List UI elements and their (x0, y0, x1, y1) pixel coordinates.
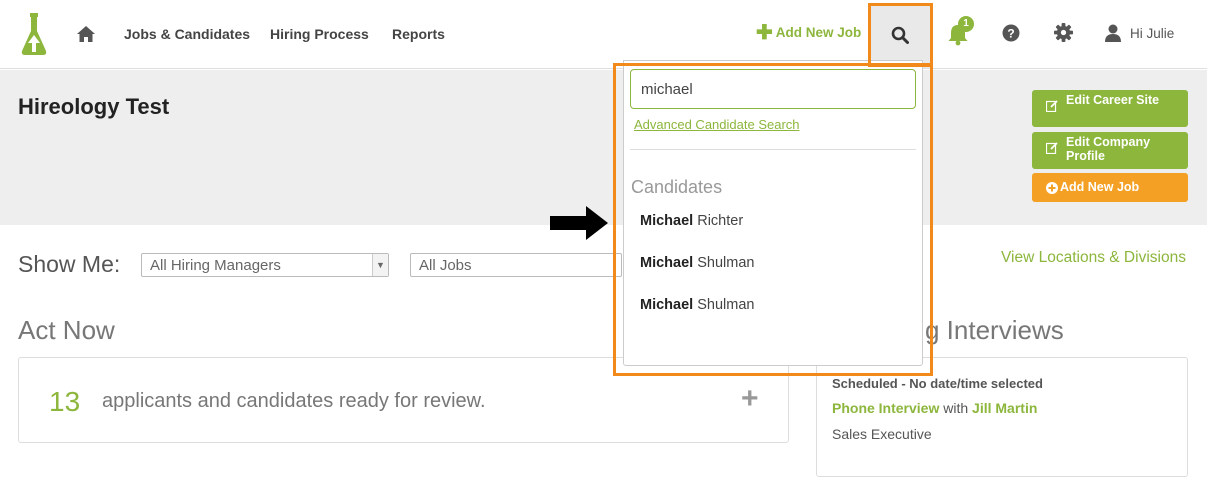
plus-circle-icon (1046, 182, 1058, 194)
jobs-select[interactable]: All Jobs (410, 253, 622, 277)
advanced-search-link[interactable]: Advanced Candidate Search (634, 117, 800, 132)
candidate-link[interactable]: Jill Martin (972, 400, 1037, 416)
edit-icon (1046, 142, 1058, 154)
view-locations-link[interactable]: View Locations & Divisions (1001, 249, 1186, 267)
search-result-item[interactable]: Michael Richter (640, 213, 743, 229)
nav-jobs-candidates[interactable]: Jobs & Candidates (124, 26, 250, 42)
act-now-heading: Act Now (18, 315, 115, 345)
candidates-heading: Candidates (631, 177, 723, 197)
hiring-manager-select[interactable]: All Hiring Managers ▼ (141, 253, 389, 277)
interview-job: Sales Executive (832, 426, 932, 442)
search-icon (891, 26, 909, 44)
search-result-item[interactable]: Michael Shulman (640, 255, 754, 271)
nav-hiring-process[interactable]: Hiring Process (270, 26, 369, 42)
edit-career-site-button[interactable]: Edit Career Site (1032, 90, 1188, 127)
plus-icon: ✚ (756, 22, 773, 44)
add-new-job-link[interactable]: ✚ Add New Job (756, 23, 861, 43)
page-title: Hireology Test (18, 94, 170, 119)
interviews-heading: g Interviews (925, 315, 1064, 345)
notification-badge: 1 (958, 16, 974, 32)
chevron-down-icon: ▼ (372, 254, 388, 276)
gear-icon[interactable] (1054, 23, 1073, 42)
review-card[interactable]: 13 applicants and candidates ready for r… (18, 357, 789, 443)
search-result-item[interactable]: Michael Shulman (640, 297, 754, 313)
arrow-right-icon (550, 206, 608, 240)
user-icon[interactable] (1105, 24, 1121, 42)
edit-icon (1046, 100, 1058, 112)
interview-detail: Phone Interview with Jill Martin (832, 400, 1038, 416)
company-header (0, 70, 1207, 225)
add-new-job-button[interactable]: Add New Job (1032, 173, 1188, 202)
divider (630, 149, 916, 150)
show-me-label: Show Me: (18, 251, 121, 277)
svg-text:?: ? (1007, 27, 1014, 41)
help-icon[interactable]: ? (1002, 24, 1020, 42)
review-count: 13 (49, 386, 81, 417)
edit-company-profile-button[interactable]: Edit Company Profile (1032, 132, 1188, 169)
top-navigation: Jobs & Candidates Hiring Process Reports… (0, 0, 1207, 69)
user-greeting[interactable]: Hi Julie (1130, 26, 1174, 41)
search-input[interactable] (630, 69, 916, 109)
expand-plus-icon[interactable]: + (741, 382, 759, 416)
interview-status: Scheduled - No date/time selected (832, 376, 1043, 391)
review-text: applicants and candidates ready for revi… (102, 390, 486, 412)
nav-reports[interactable]: Reports (392, 26, 445, 42)
search-button[interactable] (869, 4, 931, 68)
interview-card: Scheduled - No date/time selected Phone … (816, 357, 1188, 477)
hireology-logo[interactable] (20, 13, 48, 55)
home-icon[interactable] (76, 24, 96, 44)
interview-type-link[interactable]: Phone Interview (832, 400, 939, 416)
